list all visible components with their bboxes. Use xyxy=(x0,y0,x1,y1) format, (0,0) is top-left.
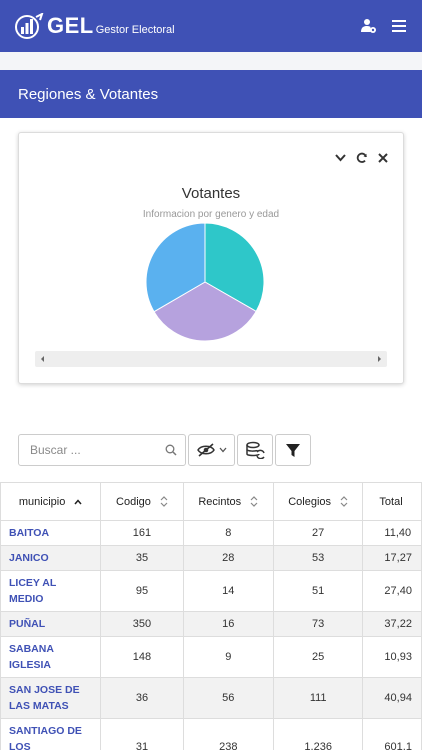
cell-recintos: 28 xyxy=(182,545,274,571)
database-refresh-icon xyxy=(246,441,265,459)
cell-total: 17,27 xyxy=(362,545,422,571)
cell-codigo: 161 xyxy=(100,520,184,546)
cell-municipio[interactable]: BAITOA xyxy=(0,520,102,546)
scroll-left-icon xyxy=(41,356,44,362)
column-header-label: Recintos xyxy=(198,495,242,508)
column-header-label: Total xyxy=(379,495,403,508)
refresh-data-button[interactable] xyxy=(237,434,273,466)
logo-icon xyxy=(15,13,44,39)
cell-colegios: 53 xyxy=(272,545,364,571)
logo-text: GEL xyxy=(47,13,94,38)
table-toolbar xyxy=(18,434,311,466)
close-button[interactable] xyxy=(376,151,389,164)
filter-button[interactable] xyxy=(275,434,311,466)
cell-recintos: 238 xyxy=(182,718,274,750)
search-icon xyxy=(165,444,177,456)
cell-codigo: 31 xyxy=(100,718,184,750)
column-header-recintos[interactable]: Recintos xyxy=(182,482,274,521)
column-header-label: Codigo xyxy=(116,495,151,508)
table-row[interactable]: PUÑAL 350 16 73 37,22 xyxy=(0,611,422,637)
table-header-row: municipio Codigo Recintos Colegios Total xyxy=(0,482,422,521)
menu-button[interactable] xyxy=(390,17,408,35)
cell-total: 37,22 xyxy=(362,611,422,637)
cell-colegios: 73 xyxy=(272,611,364,637)
collapse-button[interactable] xyxy=(334,151,347,164)
cell-colegios: 51 xyxy=(272,570,364,612)
cell-recintos: 9 xyxy=(182,636,274,678)
table-row[interactable]: SAN JOSE DE LAS MATAS 36 56 111 40,94 xyxy=(0,677,422,719)
cell-colegios: 111 xyxy=(272,677,364,719)
scroll-right-icon xyxy=(378,356,381,362)
cell-codigo: 35 xyxy=(100,545,184,571)
filter-icon xyxy=(286,443,300,457)
panel-title: Regiones & Votantes xyxy=(0,70,422,118)
cell-municipio[interactable]: LICEY AL MEDIO xyxy=(0,570,102,612)
search-input[interactable] xyxy=(30,443,165,457)
sort-icon xyxy=(160,496,168,507)
sort-icon xyxy=(340,496,348,507)
cell-total: 10,93 xyxy=(362,636,422,678)
sort-icon xyxy=(250,496,258,507)
cell-municipio[interactable]: SABANA IGLESIA xyxy=(0,636,102,678)
column-header-label: Colegios xyxy=(288,495,332,508)
chart-title: Votantes xyxy=(181,185,241,202)
table-row[interactable]: BAITOA 161 8 27 11,40 xyxy=(0,520,422,546)
search-box xyxy=(18,434,186,466)
cell-codigo: 148 xyxy=(100,636,184,678)
user-settings-button[interactable] xyxy=(360,17,378,35)
cell-total: 27,40 xyxy=(362,570,422,612)
chevron-down-icon xyxy=(219,447,226,453)
cell-total: 11,40 xyxy=(362,520,422,546)
table-row[interactable]: SABANA IGLESIA 148 9 25 10,93 xyxy=(0,636,422,678)
cell-colegios: 1,236 xyxy=(272,718,364,750)
hamburger-menu-icon xyxy=(392,20,406,32)
table-row[interactable]: LICEY AL MEDIO 95 14 51 27,40 xyxy=(0,570,422,612)
cell-colegios: 27 xyxy=(272,520,364,546)
refresh-button[interactable] xyxy=(355,151,368,164)
table-row[interactable]: JANICO 35 28 53 17,27 xyxy=(0,545,422,571)
regions-voters-panel: Regiones & Votantes Votantes Informacion… xyxy=(0,70,422,750)
user-gear-icon xyxy=(361,19,376,33)
chevron-down-icon xyxy=(335,153,346,161)
cell-municipio[interactable]: JANICO xyxy=(0,545,102,571)
cell-recintos: 8 xyxy=(182,520,274,546)
column-header-label: municipio xyxy=(18,495,66,508)
cell-municipio[interactable]: SAN JOSE DE LAS MATAS xyxy=(0,677,102,719)
cell-codigo: 95 xyxy=(100,570,184,612)
column-header-colegios[interactable]: Colegios xyxy=(272,482,364,521)
cell-municipio[interactable]: PUÑAL xyxy=(0,611,102,637)
cell-recintos: 16 xyxy=(182,611,274,637)
cell-colegios: 25 xyxy=(272,636,364,678)
eye-slash-icon xyxy=(196,443,215,457)
column-header-codigo[interactable]: Codigo xyxy=(100,482,184,521)
sort-asc-icon xyxy=(74,498,82,505)
voters-chart-widget: Votantes Informacion por genero y edad xyxy=(18,132,404,384)
cell-recintos: 14 xyxy=(182,570,274,612)
cell-municipio[interactable]: SANTIAGO DE LOS CABALLEROS xyxy=(0,718,102,750)
cell-recintos: 56 xyxy=(182,677,274,719)
chart-horizontal-scrollbar[interactable] xyxy=(35,351,387,367)
top-app-bar: GEL Gestor Electoral xyxy=(0,0,422,52)
close-icon xyxy=(377,152,388,163)
column-visibility-button[interactable] xyxy=(188,434,235,466)
logo-subtitle: Gestor Electoral xyxy=(95,24,175,36)
pie-chart xyxy=(145,222,265,342)
municipios-table: municipio Codigo Recintos Colegios Total… xyxy=(0,482,422,750)
column-header-municipio[interactable]: municipio xyxy=(0,482,102,521)
column-header-total[interactable]: Total xyxy=(362,482,422,521)
municipios-table-container[interactable]: municipio Codigo Recintos Colegios Total… xyxy=(0,482,422,750)
table-row[interactable]: SANTIAGO DE LOS CABALLEROS 31 238 1,236 … xyxy=(0,718,422,750)
cell-codigo: 36 xyxy=(100,677,184,719)
refresh-icon xyxy=(356,152,367,163)
app-logo[interactable]: GEL Gestor Electoral xyxy=(14,13,175,39)
cell-codigo: 350 xyxy=(100,611,184,637)
cell-total: 40,94 xyxy=(362,677,422,719)
chart-subtitle: Informacion por genero y edad xyxy=(142,209,280,220)
cell-total: 601,1 xyxy=(362,718,422,750)
